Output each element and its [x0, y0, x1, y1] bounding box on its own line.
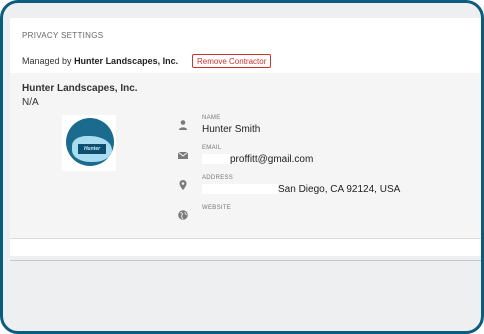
address-value-wrap: San Diego, CA 92124, USA [202, 184, 400, 195]
name-value: Hunter Smith [202, 124, 261, 135]
managed-by-company: Hunter Landscapes, Inc. [74, 56, 179, 66]
company-name: Hunter Landscapes, Inc. [22, 83, 138, 94]
address-value: San Diego, CA 92124, USA [278, 184, 401, 195]
envelope-icon [177, 151, 189, 159]
address-label: ADDRESS [202, 175, 234, 181]
managed-by-text: Managed by Hunter Landscapes, Inc. [22, 56, 178, 66]
logo-circle: Hunter [66, 118, 114, 166]
panel-header: PRIVACY SETTINGS [10, 18, 481, 51]
company-subtitle: N/A [22, 97, 39, 108]
redacted-block [202, 184, 278, 195]
person-icon [179, 120, 187, 130]
name-label: NAME [202, 115, 221, 121]
company-logo: Hunter [62, 115, 116, 171]
privacy-settings-panel: PRIVACY SETTINGS Managed by Hunter Lands… [10, 18, 481, 261]
managed-by-prefix: Managed by [22, 56, 72, 66]
managed-by-bar: Managed by Hunter Landscapes, Inc. Remov… [10, 50, 481, 72]
contractor-details: Hunter Landscapes, Inc. N/A Hunter NAME … [10, 73, 481, 238]
divider [10, 260, 481, 261]
globe-icon [178, 210, 188, 220]
remove-contractor-button[interactable]: Remove Contractor [192, 54, 272, 68]
email-label: EMAIL [202, 145, 222, 151]
divider [10, 238, 481, 239]
email-value-wrap: proffitt@gmail.com [202, 154, 313, 165]
website-label: WEBSITE [202, 205, 232, 211]
panel-title: PRIVACY SETTINGS [22, 31, 104, 40]
redacted-block [202, 154, 230, 165]
map-pin-icon [179, 180, 187, 190]
logo-text: Hunter [78, 144, 106, 154]
window-frame: PRIVACY SETTINGS Managed by Hunter Lands… [0, 0, 484, 334]
email-value: proffitt@gmail.com [230, 154, 314, 165]
